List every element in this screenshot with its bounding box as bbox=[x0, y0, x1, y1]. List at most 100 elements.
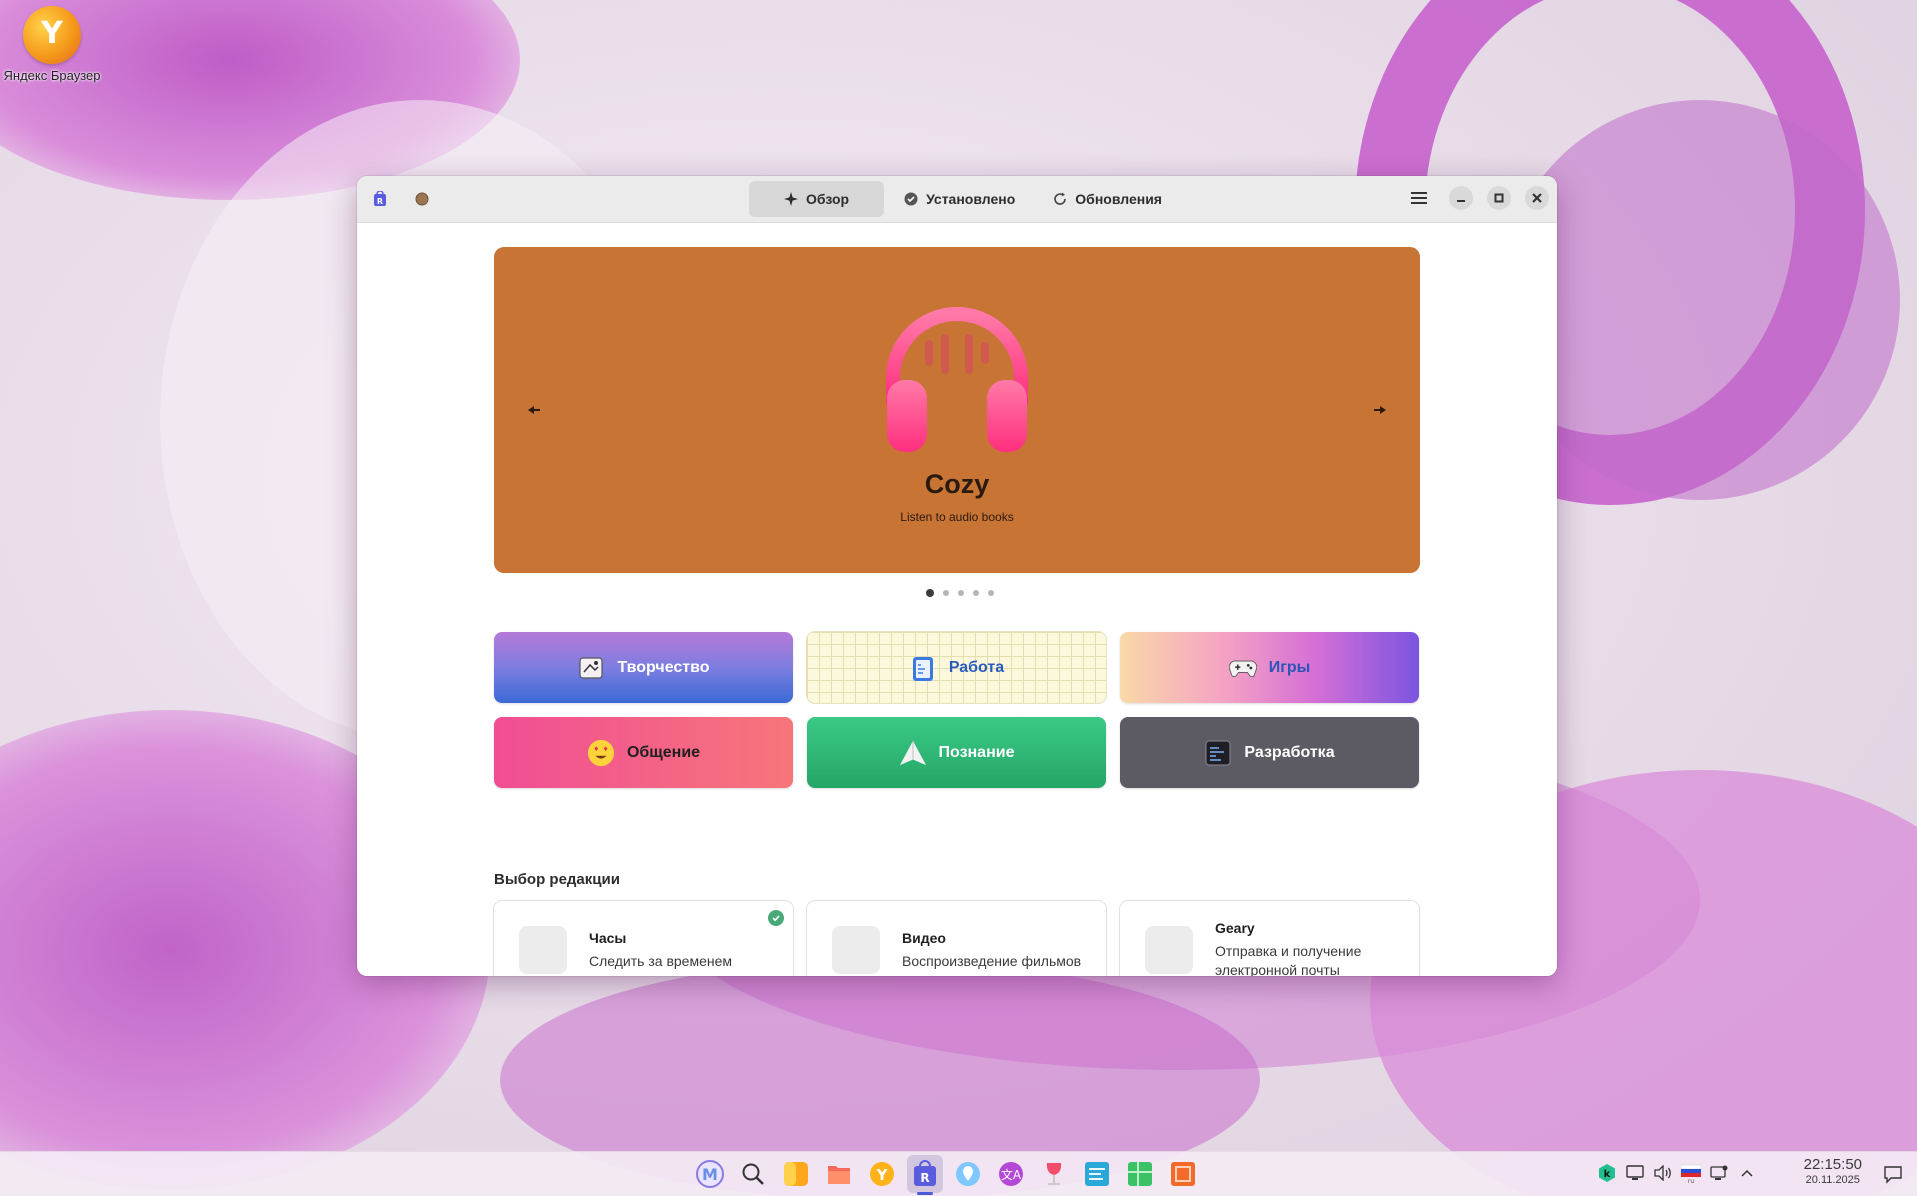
svg-text:文A: 文A bbox=[1001, 1167, 1022, 1182]
taskbar: M Y R 文A k ru 22:15:50 20.11.2025 bbox=[0, 1151, 1917, 1196]
svg-text:k: k bbox=[1604, 1169, 1611, 1180]
app-card-name: Geary bbox=[1215, 920, 1255, 936]
keyboard-layout-label: ru bbox=[1688, 1178, 1694, 1183]
system-tray: k ru bbox=[1597, 1163, 1757, 1183]
sparkle-icon bbox=[784, 192, 798, 206]
app-card-description: Отправка и получение электронной почты bbox=[1215, 943, 1362, 976]
network-icon[interactable] bbox=[1709, 1163, 1729, 1183]
clock-date: 20.11.2025 bbox=[1805, 1174, 1860, 1186]
carousel-dot[interactable] bbox=[973, 590, 979, 596]
featured-app-description: Listen to audio books bbox=[900, 510, 1014, 524]
maximize-icon bbox=[1494, 193, 1504, 203]
app-card-geary[interactable]: Geary Отправка и получение электронной п… bbox=[1120, 901, 1419, 976]
editors-choice-grid: Часы Следить за временем Видео Воспроизв… bbox=[494, 901, 1420, 976]
carousel-dot[interactable] bbox=[988, 590, 994, 596]
clock-time: 22:15:50 bbox=[1803, 1156, 1862, 1173]
clipboard-icon bbox=[909, 654, 937, 682]
category-create[interactable]: Творчество bbox=[494, 632, 793, 703]
menu-icon bbox=[1411, 192, 1427, 204]
app-icon-placeholder bbox=[519, 926, 567, 974]
carousel-dot[interactable] bbox=[958, 590, 964, 596]
terminal-icon bbox=[1204, 739, 1232, 767]
maximize-button[interactable] bbox=[1487, 186, 1511, 210]
refresh-icon bbox=[1054, 192, 1067, 205]
presentation-icon[interactable] bbox=[1165, 1155, 1201, 1193]
svg-text:R: R bbox=[920, 1171, 929, 1185]
category-label: Познание bbox=[938, 743, 1015, 761]
avatar-icon[interactable] bbox=[411, 188, 433, 210]
dock: M Y R 文A bbox=[692, 1155, 1201, 1195]
minimize-icon bbox=[1457, 200, 1465, 202]
desktop-icon-yandex-browser[interactable]: Яндекс Браузер bbox=[0, 6, 104, 83]
translate-icon[interactable]: 文A bbox=[993, 1155, 1029, 1193]
display-icon[interactable] bbox=[1625, 1163, 1645, 1183]
category-social[interactable]: Общение bbox=[494, 717, 793, 788]
tab-label: Установлено bbox=[926, 191, 1016, 207]
maps-icon[interactable] bbox=[950, 1155, 986, 1193]
installed-check-icon bbox=[768, 910, 784, 926]
desktop-icon-label: Яндекс Браузер bbox=[3, 68, 101, 83]
svg-text:R: R bbox=[377, 197, 383, 206]
tab-overview[interactable]: Обзор bbox=[749, 181, 885, 217]
tab-label: Обзор bbox=[806, 191, 850, 207]
notifications-icon[interactable] bbox=[1883, 1164, 1903, 1184]
category-label: Разработка bbox=[1244, 743, 1335, 761]
category-work[interactable]: Работа bbox=[807, 632, 1106, 703]
window-titlebar[interactable]: R Обзор Установлено Обновления bbox=[357, 176, 1557, 223]
app-store-icon[interactable]: R bbox=[369, 188, 391, 210]
clock[interactable]: 22:15:50 20.11.2025 bbox=[1804, 1157, 1862, 1187]
menu-button[interactable] bbox=[1407, 186, 1431, 210]
yandex-browser-icon bbox=[23, 6, 81, 64]
files-icon[interactable] bbox=[821, 1155, 857, 1193]
carousel-indicator bbox=[926, 589, 994, 597]
text-editor-icon[interactable] bbox=[1079, 1155, 1115, 1193]
category-learn[interactable]: Познание bbox=[807, 717, 1106, 788]
yandex-browser-icon[interactable]: Y bbox=[864, 1155, 900, 1193]
featured-app-name: Cozy bbox=[924, 469, 990, 499]
close-button[interactable] bbox=[1525, 186, 1549, 210]
wine-icon[interactable] bbox=[1036, 1155, 1072, 1193]
paper-plane-icon bbox=[899, 739, 927, 767]
category-grid: Творчество Работа Игры Общение Познание … bbox=[494, 632, 1420, 788]
app-card-description: Следить за временем bbox=[589, 952, 733, 969]
minimize-button[interactable] bbox=[1449, 186, 1473, 210]
category-label: Работа bbox=[948, 658, 1005, 676]
category-games[interactable]: Игры bbox=[1120, 632, 1419, 703]
view-switcher: Обзор Установлено Обновления bbox=[749, 181, 1180, 217]
app-card-description: Воспроизведение фильмов bbox=[902, 952, 1082, 969]
tab-updates[interactable]: Обновления bbox=[1035, 181, 1180, 217]
tab-installed[interactable]: Установлено bbox=[886, 181, 1033, 217]
software-center-window: R Обзор Установлено Обновления Cozy List… bbox=[357, 176, 1557, 976]
carousel-dot[interactable] bbox=[926, 589, 934, 597]
carousel-dot[interactable] bbox=[943, 590, 949, 596]
search-icon[interactable] bbox=[735, 1155, 771, 1193]
notes-icon[interactable] bbox=[778, 1155, 814, 1193]
flag-ru-icon[interactable]: ru bbox=[1681, 1163, 1701, 1183]
category-label: Игры bbox=[1268, 658, 1311, 676]
volume-icon[interactable] bbox=[1653, 1163, 1673, 1183]
category-label: Общение bbox=[626, 743, 701, 761]
svg-text:M: M bbox=[702, 1165, 718, 1184]
chevron-up-icon[interactable] bbox=[1737, 1163, 1757, 1183]
gamepad-icon bbox=[1228, 654, 1257, 682]
featured-carousel[interactable]: Cozy Listen to audio books bbox=[494, 247, 1420, 573]
emoji-icon bbox=[587, 739, 615, 767]
svg-text:Y: Y bbox=[876, 1166, 889, 1184]
category-dev[interactable]: Разработка bbox=[1120, 717, 1419, 788]
arrow-right-icon bbox=[1374, 406, 1386, 414]
palette-icon bbox=[577, 654, 605, 682]
app-card-video[interactable]: Видео Воспроизведение фильмов bbox=[807, 901, 1106, 976]
app-store-icon[interactable]: R bbox=[907, 1155, 943, 1195]
app-icon-placeholder bbox=[832, 926, 880, 974]
app-icon-placeholder bbox=[1145, 926, 1193, 974]
app-card-name: Часы bbox=[589, 929, 627, 946]
headphones-icon bbox=[877, 302, 1037, 457]
app-card-clocks[interactable]: Часы Следить за временем bbox=[494, 901, 793, 976]
carousel-next-button[interactable] bbox=[1370, 400, 1390, 420]
editors-choice-title: Выбор редакции bbox=[494, 871, 620, 888]
spreadsheet-icon[interactable] bbox=[1122, 1155, 1158, 1193]
overview-page: Cozy Listen to audio books Творчество Ра… bbox=[357, 223, 1557, 976]
kaspersky-icon[interactable]: k bbox=[1597, 1163, 1617, 1183]
carousel-prev-button[interactable] bbox=[524, 400, 544, 420]
launcher-icon[interactable]: M bbox=[692, 1155, 728, 1193]
